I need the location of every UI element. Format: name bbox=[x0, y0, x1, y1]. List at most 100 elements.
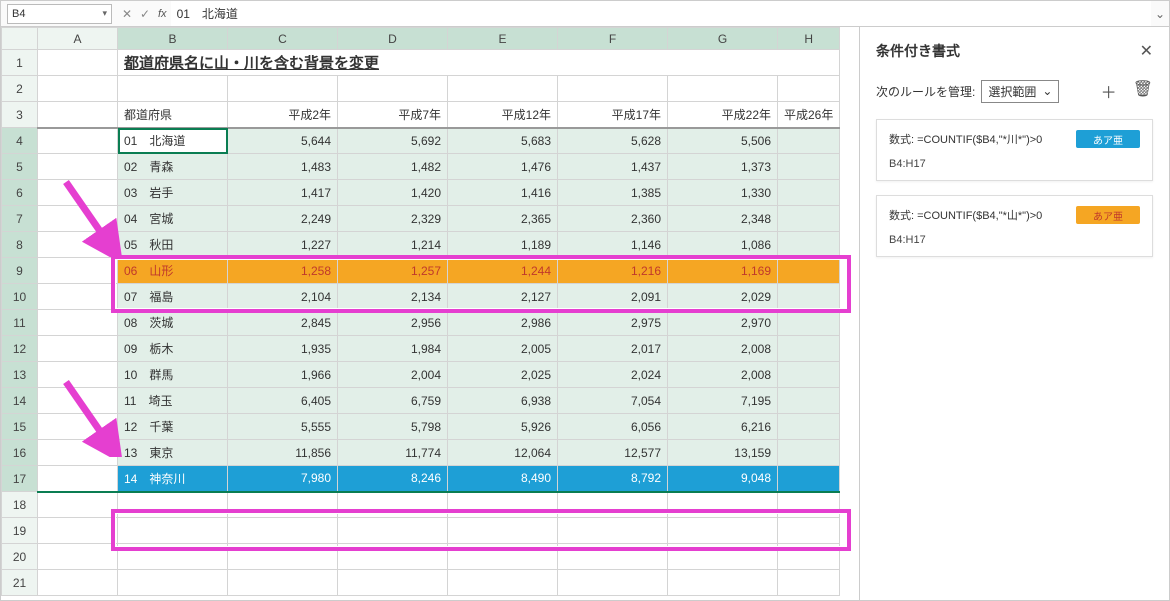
value-cell[interactable]: 1,227 bbox=[228, 232, 338, 258]
value-cell[interactable]: 1,216 bbox=[558, 258, 668, 284]
value-cell[interactable]: 2,024 bbox=[558, 362, 668, 388]
pref-cell[interactable]: 03 岩手 bbox=[118, 180, 228, 206]
header-h17[interactable]: 平成17年 bbox=[558, 102, 668, 128]
value-cell[interactable]: 11,856 bbox=[228, 440, 338, 466]
value-cell[interactable]: 7,054 bbox=[558, 388, 668, 414]
pref-cell[interactable]: 07 福島 bbox=[118, 284, 228, 310]
cell[interactable] bbox=[778, 76, 840, 102]
row-header-16[interactable]: 16 bbox=[2, 440, 38, 466]
value-cell[interactable]: 6,216 bbox=[668, 414, 778, 440]
cell[interactable] bbox=[448, 492, 558, 518]
cell[interactable] bbox=[38, 258, 118, 284]
value-cell[interactable]: 2,025 bbox=[448, 362, 558, 388]
value-cell[interactable]: 5,683 bbox=[448, 128, 558, 154]
cell[interactable] bbox=[38, 310, 118, 336]
cell[interactable] bbox=[228, 492, 338, 518]
cell[interactable] bbox=[38, 570, 118, 596]
row-header-5[interactable]: 5 bbox=[2, 154, 38, 180]
delete-rule-button[interactable]: 🗑 bbox=[1133, 79, 1153, 103]
cell[interactable] bbox=[118, 570, 228, 596]
cell[interactable] bbox=[448, 570, 558, 596]
cell[interactable] bbox=[558, 570, 668, 596]
cell[interactable] bbox=[448, 518, 558, 544]
header-pref[interactable]: 都道府県 bbox=[118, 102, 228, 128]
value-cell[interactable]: 8,490 bbox=[448, 466, 558, 492]
cell[interactable] bbox=[228, 570, 338, 596]
cell[interactable] bbox=[668, 76, 778, 102]
value-cell[interactable]: 1,437 bbox=[558, 154, 668, 180]
select-all-corner[interactable] bbox=[2, 28, 38, 50]
close-panel-button[interactable]: ✕ bbox=[1140, 41, 1153, 61]
cell[interactable] bbox=[778, 362, 840, 388]
value-cell[interactable]: 1,385 bbox=[558, 180, 668, 206]
col-header-G[interactable]: G bbox=[668, 28, 778, 50]
value-cell[interactable]: 2,975 bbox=[558, 310, 668, 336]
cell[interactable] bbox=[228, 76, 338, 102]
cell[interactable] bbox=[38, 518, 118, 544]
cell[interactable] bbox=[668, 570, 778, 596]
cell[interactable] bbox=[38, 544, 118, 570]
value-cell[interactable]: 2,004 bbox=[338, 362, 448, 388]
cell[interactable] bbox=[118, 518, 228, 544]
cell[interactable] bbox=[38, 492, 118, 518]
value-cell[interactable]: 1,416 bbox=[448, 180, 558, 206]
expand-formula-icon[interactable]: ⌄ bbox=[1151, 7, 1169, 21]
row-header-2[interactable]: 2 bbox=[2, 76, 38, 102]
pref-cell[interactable]: 02 青森 bbox=[118, 154, 228, 180]
cell[interactable] bbox=[38, 154, 118, 180]
cell[interactable] bbox=[778, 310, 840, 336]
value-cell[interactable]: 1,244 bbox=[448, 258, 558, 284]
value-cell[interactable]: 2,104 bbox=[228, 284, 338, 310]
value-cell[interactable]: 2,360 bbox=[558, 206, 668, 232]
row-header-18[interactable]: 18 bbox=[2, 492, 38, 518]
value-cell[interactable]: 1,984 bbox=[338, 336, 448, 362]
value-cell[interactable]: 2,127 bbox=[448, 284, 558, 310]
cell[interactable] bbox=[668, 518, 778, 544]
add-rule-button[interactable]: ＋ bbox=[1101, 79, 1117, 103]
header-h7[interactable]: 平成7年 bbox=[338, 102, 448, 128]
cell[interactable] bbox=[558, 492, 668, 518]
value-cell[interactable]: 2,845 bbox=[228, 310, 338, 336]
cell[interactable] bbox=[778, 128, 840, 154]
value-cell[interactable]: 2,005 bbox=[448, 336, 558, 362]
cell[interactable] bbox=[778, 232, 840, 258]
pref-cell[interactable]: 06 山形 bbox=[118, 258, 228, 284]
row-header-4[interactable]: 4 bbox=[2, 128, 38, 154]
value-cell[interactable]: 1,966 bbox=[228, 362, 338, 388]
cell[interactable] bbox=[778, 544, 840, 570]
formula-input[interactable]: 01 北海道 bbox=[171, 1, 1151, 26]
cell[interactable] bbox=[38, 336, 118, 362]
value-cell[interactable]: 1,086 bbox=[668, 232, 778, 258]
value-cell[interactable]: 2,008 bbox=[668, 362, 778, 388]
cell[interactable] bbox=[778, 440, 840, 466]
pref-cell[interactable]: 08 茨城 bbox=[118, 310, 228, 336]
value-cell[interactable]: 2,970 bbox=[668, 310, 778, 336]
cell[interactable] bbox=[38, 50, 118, 76]
value-cell[interactable]: 6,759 bbox=[338, 388, 448, 414]
rule-card[interactable]: 数式: =COUNTIF($B4,"*川*")>0 あア亜 B4:H17 bbox=[876, 119, 1153, 181]
value-cell[interactable]: 1,257 bbox=[338, 258, 448, 284]
row-header-9[interactable]: 9 bbox=[2, 258, 38, 284]
value-cell[interactable]: 2,091 bbox=[558, 284, 668, 310]
cell[interactable] bbox=[118, 492, 228, 518]
value-cell[interactable]: 2,134 bbox=[338, 284, 448, 310]
value-cell[interactable]: 5,555 bbox=[228, 414, 338, 440]
cell[interactable] bbox=[38, 388, 118, 414]
header-h22[interactable]: 平成22年 bbox=[668, 102, 778, 128]
value-cell[interactable]: 5,644 bbox=[228, 128, 338, 154]
pref-cell[interactable]: 14 神奈川 bbox=[118, 466, 228, 492]
col-header-F[interactable]: F bbox=[558, 28, 668, 50]
value-cell[interactable]: 1,146 bbox=[558, 232, 668, 258]
rule-card[interactable]: 数式: =COUNTIF($B4,"*山*")>0 あア亜 B4:H17 bbox=[876, 195, 1153, 257]
confirm-formula-button[interactable]: ✓ bbox=[136, 7, 154, 21]
value-cell[interactable]: 6,056 bbox=[558, 414, 668, 440]
header-h12[interactable]: 平成12年 bbox=[448, 102, 558, 128]
value-cell[interactable]: 1,476 bbox=[448, 154, 558, 180]
value-cell[interactable]: 1,169 bbox=[668, 258, 778, 284]
cell[interactable] bbox=[558, 544, 668, 570]
cell[interactable] bbox=[338, 492, 448, 518]
cell[interactable] bbox=[558, 518, 668, 544]
value-cell[interactable]: 7,195 bbox=[668, 388, 778, 414]
row-header-8[interactable]: 8 bbox=[2, 232, 38, 258]
cell[interactable] bbox=[778, 258, 840, 284]
